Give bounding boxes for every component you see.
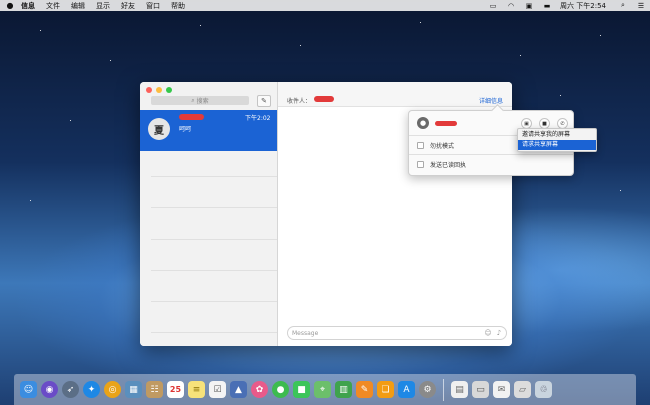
- preview-icon[interactable]: ▦: [125, 381, 142, 398]
- compose-button[interactable]: ✎: [257, 95, 271, 107]
- appstore-icon[interactable]: A: [398, 381, 415, 398]
- trash-icon[interactable]: ♲: [535, 381, 552, 398]
- photos-icon[interactable]: ✿: [251, 381, 268, 398]
- conversation-time: 下午2:02: [245, 115, 271, 122]
- emoji-icon[interactable]: ☺: [484, 329, 492, 337]
- recipient-label: 收件人：: [287, 98, 312, 105]
- conversation-sidebar: ⌕ 搜索 ✎ 夏 下午2:02 呵呵: [140, 82, 278, 346]
- divider: [151, 239, 277, 240]
- message-placeholder: Message: [292, 329, 319, 337]
- menu-messages[interactable]: 信息: [21, 1, 35, 11]
- read-receipts-label: 发送已读回执: [430, 162, 467, 169]
- contacts-icon[interactable]: ☷: [146, 381, 163, 398]
- dnd-label: 勿扰模式: [430, 143, 455, 150]
- search-placeholder: 搜索: [196, 98, 209, 105]
- read-receipts-checkbox[interactable]: [417, 161, 424, 168]
- chrome-icon[interactable]: ◎: [104, 381, 121, 398]
- conversation-preview: 呵呵: [179, 126, 192, 133]
- dnd-option[interactable]: 勿扰模式: [417, 141, 454, 150]
- avatar: 夏: [148, 118, 170, 140]
- compose-icon: ✎: [261, 97, 267, 105]
- menu-clock[interactable]: 周六 下午2:54: [560, 1, 606, 11]
- microphone-icon[interactable]: ♪: [495, 329, 503, 337]
- messages-icon[interactable]: ●: [272, 381, 289, 398]
- dock-separator: [443, 378, 444, 401]
- keynote-icon[interactable]: ▲: [230, 381, 247, 398]
- phone-icon: ✆: [560, 120, 565, 127]
- mail-icon[interactable]: ✉: [493, 381, 510, 398]
- details-button[interactable]: 详细信息: [479, 96, 503, 105]
- numbers-icon[interactable]: ▥: [335, 381, 352, 398]
- divider: [151, 332, 277, 333]
- finder-icon[interactable]: ☺: [20, 381, 37, 398]
- search-icon: ⌕: [191, 96, 195, 104]
- apple-icon[interactable]: ●: [6, 1, 14, 10]
- dnd-checkbox[interactable]: [417, 142, 424, 149]
- maps-icon[interactable]: ⌖: [314, 381, 331, 398]
- screen-share-icon: ▣: [524, 120, 529, 127]
- menu-view[interactable]: 显示: [96, 1, 110, 11]
- video-icon: ■: [542, 120, 547, 127]
- conversation-header: 收件人： 详细信息: [278, 82, 512, 107]
- launchpad-icon[interactable]: ➶: [62, 381, 79, 398]
- menu-help[interactable]: 帮助: [171, 1, 185, 11]
- close-button[interactable]: [146, 87, 152, 93]
- airplay-icon[interactable]: ▭: [489, 2, 497, 10]
- menu-edit[interactable]: 编辑: [71, 1, 85, 11]
- divider: [151, 176, 277, 177]
- menu-window[interactable]: 窗口: [146, 1, 160, 11]
- system-preferences-icon[interactable]: ⚙: [419, 381, 436, 398]
- divider: [151, 301, 277, 302]
- safari-icon[interactable]: ✦: [83, 381, 100, 398]
- screenshot-icon[interactable]: ▭: [472, 381, 489, 398]
- facetime-icon[interactable]: ■: [293, 381, 310, 398]
- menu-item-invite-share[interactable]: 邀请共享我的屏幕: [518, 130, 596, 140]
- message-input[interactable]: Message ☺ ♪: [287, 326, 507, 340]
- minimize-button[interactable]: [156, 87, 162, 93]
- conversation-item[interactable]: 夏 下午2:02 呵呵: [140, 110, 277, 151]
- zoom-button[interactable]: [166, 87, 172, 93]
- search-input[interactable]: ⌕ 搜索: [151, 96, 249, 105]
- recipient-redacted: [314, 96, 334, 102]
- spotlight-icon[interactable]: ⌕: [619, 1, 627, 9]
- divider: [151, 270, 277, 271]
- reminders-icon[interactable]: ☑: [209, 381, 226, 398]
- contact-name-redacted: [179, 114, 204, 120]
- document-icon[interactable]: ▤: [451, 381, 468, 398]
- calendar-icon[interactable]: 25: [167, 381, 184, 398]
- window-controls: [146, 87, 172, 93]
- siri-icon[interactable]: ◉: [41, 381, 58, 398]
- pages-icon[interactable]: ✎: [356, 381, 373, 398]
- wifi-icon[interactable]: ◠: [507, 2, 515, 10]
- menu-item-request-share[interactable]: 请求共享屏幕: [518, 140, 596, 150]
- popover-avatar: ●: [417, 117, 429, 129]
- folder-icon[interactable]: ▱: [514, 381, 531, 398]
- menu-file[interactable]: 文件: [46, 1, 60, 11]
- divider: [151, 207, 277, 208]
- person-icon: ●: [419, 119, 427, 127]
- menu-bar: ● 信息 文件 编辑 显示 好友 窗口 帮助 ▭ ◠ ▣ ▬ 周六 下午2:54…: [0, 0, 650, 11]
- display-icon[interactable]: ▣: [525, 2, 533, 10]
- share-screen-menu: 邀请共享我的屏幕 请求共享屏幕: [517, 128, 597, 152]
- divider: [409, 154, 573, 155]
- notes-icon[interactable]: ≡: [188, 381, 205, 398]
- battery-icon[interactable]: ▬: [543, 2, 551, 10]
- read-receipts-option[interactable]: 发送已读回执: [417, 160, 466, 169]
- popover-name-redacted: [435, 121, 457, 126]
- ibooks-icon[interactable]: ❏: [377, 381, 394, 398]
- menu-buddies[interactable]: 好友: [121, 1, 135, 11]
- notification-center-icon[interactable]: ☰: [637, 2, 645, 10]
- dock: ☺ ◉ ➶ ✦ ◎ ▦ ☷ 25 ≡ ☑ ▲ ✿ ● ■ ⌖ ▥ ✎ ❏ A ⚙…: [14, 374, 636, 405]
